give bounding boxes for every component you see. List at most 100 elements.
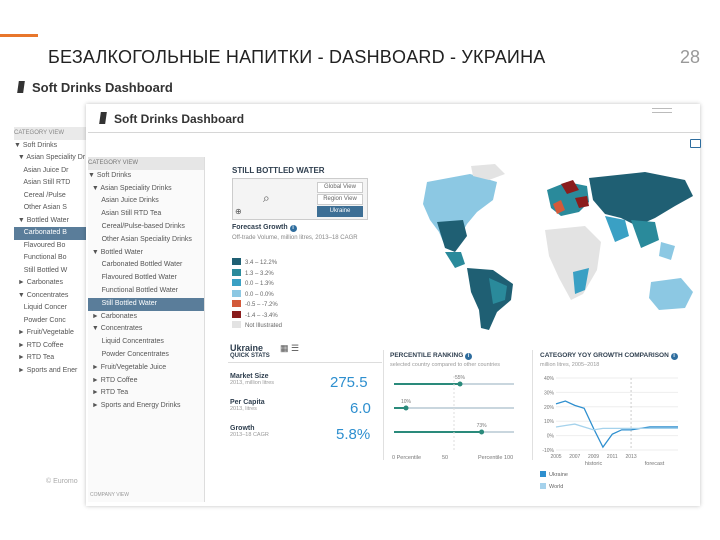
tree-front-item[interactable]: Flavoured Bottled Water xyxy=(88,272,204,285)
percentile-marker-label: 73% xyxy=(477,423,488,429)
tree-front-item[interactable]: Powder Concentrates xyxy=(88,349,204,362)
legend-item: -1.4 – -3.4% xyxy=(232,310,332,322)
map-asia[interactable] xyxy=(589,172,693,260)
tree-front-item[interactable]: Carbonated Bottled Water xyxy=(88,259,204,272)
tree-back-item[interactable]: Powder Conc xyxy=(14,315,88,328)
window-controls-icon[interactable] xyxy=(652,108,672,113)
map-north-america[interactable] xyxy=(423,164,505,268)
tree-back-item[interactable]: Still Bottled W xyxy=(14,265,88,278)
yoy-y-tick: 10% xyxy=(544,419,555,425)
legend-item: 3.4 – 12.2% xyxy=(232,258,332,269)
ukraine-view-option[interactable]: Ukraine xyxy=(317,206,363,217)
tree-back-item[interactable]: ► Sports and Ener xyxy=(14,365,88,378)
stat-per-capita: Per Capita 2013, litres xyxy=(230,399,265,412)
app-title-back: Soft Drinks Dashboard xyxy=(17,80,173,95)
cup-icon xyxy=(99,112,107,124)
tree-front-item[interactable]: Asian Still RTD Tea xyxy=(88,208,204,221)
legend-label: Not Illustrated xyxy=(245,323,283,329)
yoy-forecast-label: forecast xyxy=(645,461,665,467)
print-icon[interactable] xyxy=(690,139,701,148)
tree-front-item[interactable]: ▼ Concentrates xyxy=(88,323,204,336)
yoy-chart: 40%30%20%10%0%-10%2005 2007 2009 2011 2013hi… xyxy=(540,376,678,490)
category-tree-front[interactable]: CATEGORY VIEW ▼ Soft Drinks ▼ Asian Speci… xyxy=(88,157,205,502)
tree-back-caption: CATEGORY VIEW xyxy=(14,127,88,140)
map-legend: 3.4 – 12.2% 1.3 – 3.2% 0.0 – 1.3% 0.0 – 0.0… xyxy=(232,258,332,332)
tree-front-item[interactable]: ► Sports and Energy Drinks xyxy=(88,400,204,413)
tree-front-item[interactable]: ▼ Soft Drinks xyxy=(88,170,204,183)
grid-view-icon[interactable]: ▦ ☰ xyxy=(280,343,299,354)
percentile-marker xyxy=(403,405,409,411)
legend-item: 1.3 – 3.2% xyxy=(232,268,332,280)
tree-front-item[interactable]: ▼ Asian Speciality Drinks xyxy=(88,183,204,196)
tree-front-item[interactable]: Cereal/Pulse-based Drinks xyxy=(88,221,204,234)
slide-page-number: 28 xyxy=(680,47,701,67)
forecast-growth-sub: Off-trade Volume, million litres, 2013–1… xyxy=(232,235,358,241)
yoy-y-tick: 20% xyxy=(544,405,555,411)
legend-swatch xyxy=(232,258,241,265)
tree-back-item[interactable]: Cereal /Pulse xyxy=(14,190,88,203)
stat-label: Growth xyxy=(230,425,255,432)
legend-swatch xyxy=(232,289,241,297)
tree-back-item[interactable]: Carbonated B xyxy=(14,227,88,240)
tree-front-item[interactable]: Asian Juice Drinks xyxy=(88,195,204,208)
zoom-icon[interactable]: ⊕ xyxy=(235,207,242,216)
map-europe[interactable] xyxy=(547,180,589,216)
tree-back-item[interactable]: Asian Juice Dr xyxy=(14,165,88,178)
stat-sub: 2013–18 CAGR xyxy=(230,432,269,438)
region-view-option[interactable]: Region View xyxy=(317,194,363,205)
info-icon[interactable]: i xyxy=(465,353,473,360)
tree-back-item[interactable]: Liquid Concer xyxy=(14,302,88,315)
tree-back-item[interactable]: ▼ Asian Speciality Dr xyxy=(14,152,88,165)
tree-back-item[interactable]: ▼ Soft Drinks xyxy=(14,140,88,153)
yoy-x-tick: 2013 xyxy=(626,454,637,460)
percentile-axis-start: 0 Percentile xyxy=(392,455,422,461)
tree-back-item[interactable]: ▼ Bottled Water xyxy=(14,215,88,228)
tree-back-item[interactable]: ► Carbonates xyxy=(14,277,88,290)
yoy-sub: million litres, 2005–2018 xyxy=(540,362,600,368)
tree-back-item[interactable]: ► RTD Tea xyxy=(14,352,88,365)
info-icon[interactable]: i xyxy=(670,353,678,360)
search-map-icon[interactable]: ⌕ xyxy=(263,191,270,206)
tree-front-item[interactable]: Other Asian Speciality Drinks xyxy=(88,234,204,247)
map-africa[interactable] xyxy=(545,226,601,300)
percentile-title-text: PERCENTILE RANKING xyxy=(390,352,464,359)
stat-value: 6.0 xyxy=(350,400,371,417)
tree-front-item[interactable]: ► Carbonates xyxy=(88,311,204,324)
global-view-option[interactable]: Global View xyxy=(317,182,363,193)
info-icon[interactable]: i xyxy=(289,225,297,232)
legend-label: 3.4 – 12.2% xyxy=(245,260,278,266)
tree-back-item[interactable]: ▼ Concentrates xyxy=(14,290,88,303)
category-tree-back[interactable]: CATEGORY VIEW ▼ Soft Drinks ▼ Asian Speci… xyxy=(14,127,88,457)
tree-back-item[interactable]: Functional Bo xyxy=(14,252,88,265)
tree-back-item[interactable]: ► RTD Coffee xyxy=(14,340,88,353)
tree-front-item[interactable]: ► Fruit/Vegetable Juice xyxy=(88,362,204,375)
percentile-marker xyxy=(457,381,463,387)
legend-swatch xyxy=(232,268,241,276)
tree-front-item[interactable]: ► RTD Coffee xyxy=(88,375,204,388)
tree-back-item[interactable]: Flavoured Bo xyxy=(14,240,88,253)
tree-back-item[interactable]: ► Fruit/Vegetable xyxy=(14,327,88,340)
tree-front-item[interactable]: ▼ Bottled Water xyxy=(88,247,204,260)
stat-growth: Growth 2013–18 CAGR xyxy=(230,425,269,438)
legend-item: 0.0 – 0.0% xyxy=(232,289,332,301)
map-south-america[interactable] xyxy=(467,268,513,330)
tree-front-item[interactable]: Functional Bottled Water xyxy=(88,285,204,298)
view-control-box: Global View Region View Ukraine ⌕ ⊕ xyxy=(232,178,368,220)
yoy-legend-label: Ukraine xyxy=(549,472,568,478)
yoy-title-text: CATEGORY YOY GROWTH COMPARISON xyxy=(540,352,669,359)
tree-front-item[interactable]: Still Bottled Water xyxy=(88,297,204,311)
app-title-front: Soft Drinks Dashboard xyxy=(99,112,245,126)
legend-swatch xyxy=(232,321,241,328)
map-australia[interactable] xyxy=(649,278,693,310)
forecast-growth-title: Forecast Growth i xyxy=(232,224,297,232)
stat-label: Market Size xyxy=(230,373,269,380)
tree-front-item[interactable]: Liquid Concentrates xyxy=(88,336,204,349)
tree-front-item[interactable]: ► RTD Tea xyxy=(88,387,204,400)
tree-back-item[interactable]: Other Asian S xyxy=(14,202,88,215)
country-name: Ukraine xyxy=(230,343,264,353)
app-title-front-text: Soft Drinks Dashboard xyxy=(114,112,245,126)
percentile-title: PERCENTILE RANKING i xyxy=(390,352,473,360)
world-map[interactable] xyxy=(375,160,700,335)
legend-swatch xyxy=(232,300,241,307)
tree-back-item[interactable]: Asian Still RTD xyxy=(14,177,88,190)
